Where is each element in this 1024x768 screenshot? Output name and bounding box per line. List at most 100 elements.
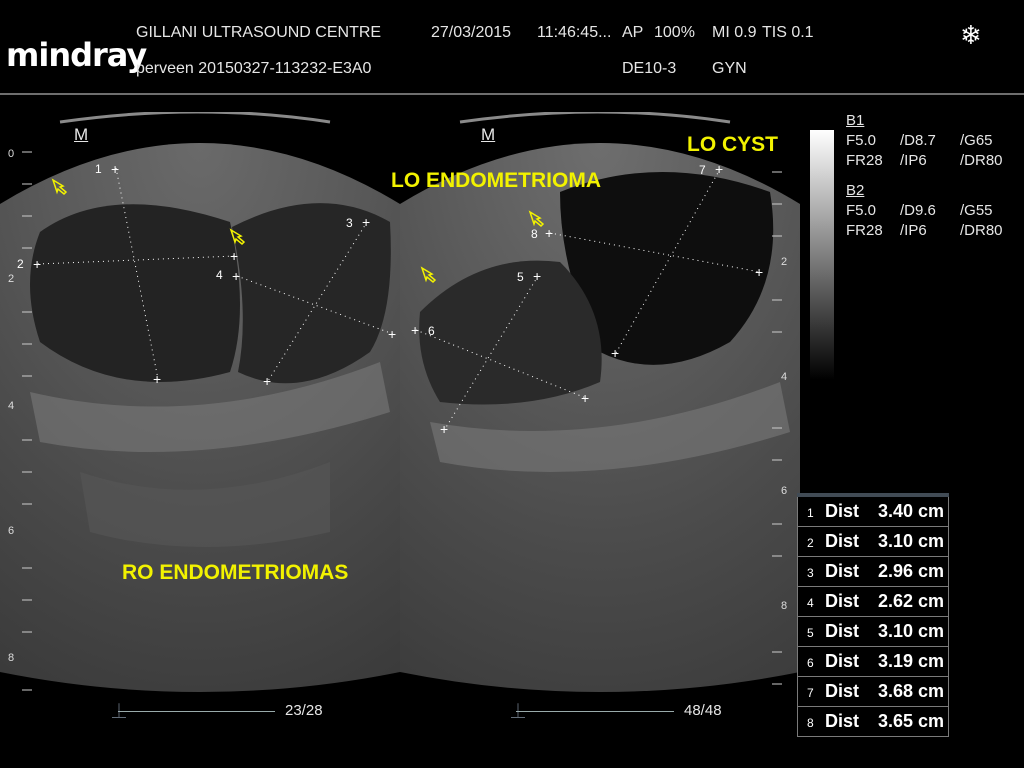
cine-slider-right[interactable] [516, 711, 674, 712]
header-divider [0, 93, 1024, 95]
measurement-index: 1 [807, 506, 814, 520]
snowflake-icon[interactable]: ❄ [960, 20, 982, 51]
b2-gain: /G55 [960, 202, 993, 219]
measurement-row[interactable]: 7 Dist 3.68 cm [797, 677, 949, 707]
b2-frame-rate: FR28 [846, 222, 883, 239]
caliper-num-2: 2 [17, 257, 24, 271]
b1-gain: /G65 [960, 132, 993, 149]
measurement-label: Dist [825, 561, 860, 581]
svg-text:+: + [111, 161, 119, 177]
measurement-value: 3.65 cm [877, 711, 944, 731]
depth-label-r6: 6 [781, 485, 788, 497]
cine-slider-left[interactable] [118, 711, 275, 712]
left-ultrasound-image[interactable]: + + + + + + + + [0, 112, 400, 702]
b2-dynamic-range: /DR80 [960, 222, 1003, 239]
svg-text:+: + [232, 268, 240, 284]
lo-cyst-label: LO CYST [687, 133, 779, 156]
centre-name: GILLANI ULTRASOUND CENTRE [136, 24, 382, 41]
measurement-index: 5 [807, 626, 814, 640]
measurement-label: Dist [825, 651, 860, 671]
measurement-value: 3.68 cm [877, 681, 944, 701]
b2-frequency: F5.0 [846, 202, 877, 219]
svg-text:+: + [33, 256, 41, 272]
measurement-label: Dist [825, 681, 860, 701]
caliper-num-1: 1 [95, 162, 102, 176]
ap-label: AP [622, 24, 644, 41]
b2-title: B2 [846, 182, 865, 199]
caliper-num-3: 3 [346, 216, 353, 230]
frame-counter-right: 48/48 [684, 702, 722, 719]
svg-text:+: + [388, 326, 396, 342]
measurement-value: 3.10 cm [877, 531, 944, 551]
depth-label-r8: 8 [781, 600, 788, 612]
measurement-index: 6 [807, 656, 814, 670]
depth-label-r4: 4 [781, 371, 788, 383]
measurement-row[interactable]: 8 Dist 3.65 cm [797, 707, 949, 737]
measurement-value: 3.10 cm [877, 621, 944, 641]
measurement-label: Dist [825, 531, 860, 551]
ro-endometriomas-label: RO ENDOMETRIOMAS [122, 561, 349, 584]
exam-preset: GYN [712, 60, 747, 77]
svg-text:+: + [362, 214, 370, 230]
m-marker-icon: M [74, 125, 89, 144]
b1-dynamic-range: /DR80 [960, 152, 1003, 169]
measurement-label: Dist [825, 591, 860, 611]
caliper-num-5: 5 [517, 270, 524, 284]
measurement-index: 8 [807, 716, 814, 730]
measurement-index: 3 [807, 566, 814, 580]
measurement-row[interactable]: 1 Dist 3.40 cm [797, 497, 949, 527]
measurement-value: 3.19 cm [877, 651, 944, 671]
depth-label-2: 2 [8, 273, 15, 285]
b2-image-processing: /IP6 [900, 222, 927, 239]
exam-date: 27/03/2015 [431, 24, 512, 41]
measurement-results: 1 Dist 3.40 cm 2 Dist 3.10 cm 3 Dist 2.9… [797, 493, 949, 737]
svg-text:+: + [545, 225, 553, 241]
measurement-value: 3.40 cm [877, 501, 944, 521]
measurement-row[interactable]: 6 Dist 3.19 cm [797, 647, 949, 677]
measurement-index: 7 [807, 686, 814, 700]
right-ultrasound-image[interactable]: + + + + + + + + [400, 112, 800, 702]
measurement-row[interactable]: 3 Dist 2.96 cm [797, 557, 949, 587]
svg-text:+: + [440, 421, 448, 437]
power-level: 100% [654, 24, 695, 41]
caliper-num-6: 6 [428, 324, 435, 338]
depth-label-6: 6 [8, 525, 15, 537]
depth-label-0: 0 [8, 148, 15, 160]
exam-time: 11:46:45... [537, 24, 612, 41]
mi-value: MI 0.9 [712, 24, 757, 41]
probe-name: DE10-3 [622, 60, 677, 77]
b1-depth: /D8.7 [900, 132, 936, 149]
measurement-label: Dist [825, 501, 860, 521]
svg-text:+: + [715, 161, 723, 177]
measurement-index: 4 [807, 596, 814, 610]
svg-text:+: + [611, 345, 619, 361]
svg-text:+: + [533, 268, 541, 284]
mindray-logo: mindray [6, 36, 147, 74]
depth-label-8: 8 [8, 652, 15, 664]
b1-frequency: F5.0 [846, 132, 877, 149]
m-marker-icon: M [481, 125, 496, 144]
patient-id: perveen 20150327-113232-E3A0 [136, 60, 372, 77]
caliper-num-7: 7 [699, 163, 706, 177]
lo-endometrioma-label: LO ENDOMETRIOMA [391, 169, 601, 192]
svg-text:+: + [755, 264, 763, 280]
measurement-index: 2 [807, 536, 814, 550]
measurement-row[interactable]: 2 Dist 3.10 cm [797, 527, 949, 557]
cine-slider-knob-left[interactable]: ⏊ [112, 701, 126, 721]
cine-slider-knob-right[interactable]: ⏊ [511, 701, 525, 721]
measurement-value: 2.96 cm [877, 561, 944, 581]
measurement-row[interactable]: 4 Dist 2.62 cm [797, 587, 949, 617]
grayscale-bar [810, 130, 834, 380]
frame-counter-left: 23/28 [285, 702, 323, 719]
b1-title: B1 [846, 112, 865, 129]
b1-frame-rate: FR28 [846, 152, 883, 169]
svg-text:+: + [153, 371, 161, 387]
svg-text:+: + [411, 322, 419, 338]
measurement-row[interactable]: 5 Dist 3.10 cm [797, 617, 949, 647]
svg-text:+: + [263, 373, 271, 389]
svg-text:+: + [581, 390, 589, 406]
measurement-label: Dist [825, 621, 860, 641]
b1-image-processing: /IP6 [900, 152, 927, 169]
b2-depth: /D9.6 [900, 202, 936, 219]
measurement-value: 2.62 cm [877, 591, 944, 611]
